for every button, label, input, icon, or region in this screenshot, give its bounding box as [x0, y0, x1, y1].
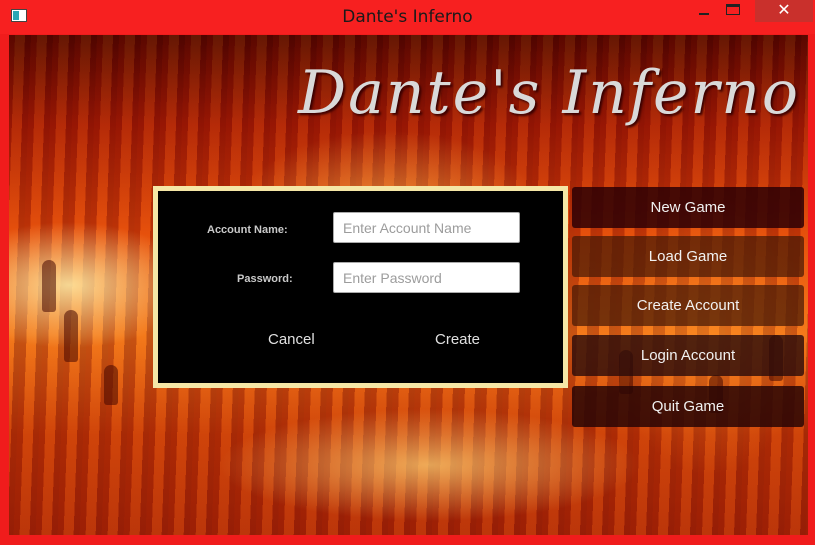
password-label: Password:	[237, 273, 293, 285]
close-icon: ✕	[777, 0, 791, 19]
create-account-dialog: Account Name: Password: Cancel Create	[153, 186, 568, 388]
minimize-icon	[699, 13, 709, 15]
maximize-icon	[726, 4, 740, 15]
create-button[interactable]: Create	[435, 331, 480, 348]
load-game-button[interactable]: Load Game	[572, 236, 804, 277]
account-name-label: Account Name:	[207, 224, 288, 236]
login-account-button[interactable]: Login Account	[572, 335, 804, 376]
close-button[interactable]: ✕	[755, 0, 813, 22]
quit-game-button[interactable]: Quit Game	[572, 386, 804, 427]
game-logo: Dante's Inferno	[298, 58, 801, 128]
new-game-button[interactable]: New Game	[572, 187, 804, 228]
title-bar: Dante's Inferno ✕	[0, 0, 815, 34]
create-account-button[interactable]: Create Account	[572, 285, 804, 326]
cancel-button[interactable]: Cancel	[268, 331, 315, 348]
maximize-button[interactable]	[716, 0, 750, 24]
account-name-input[interactable]	[333, 212, 520, 243]
password-input[interactable]	[333, 262, 520, 293]
